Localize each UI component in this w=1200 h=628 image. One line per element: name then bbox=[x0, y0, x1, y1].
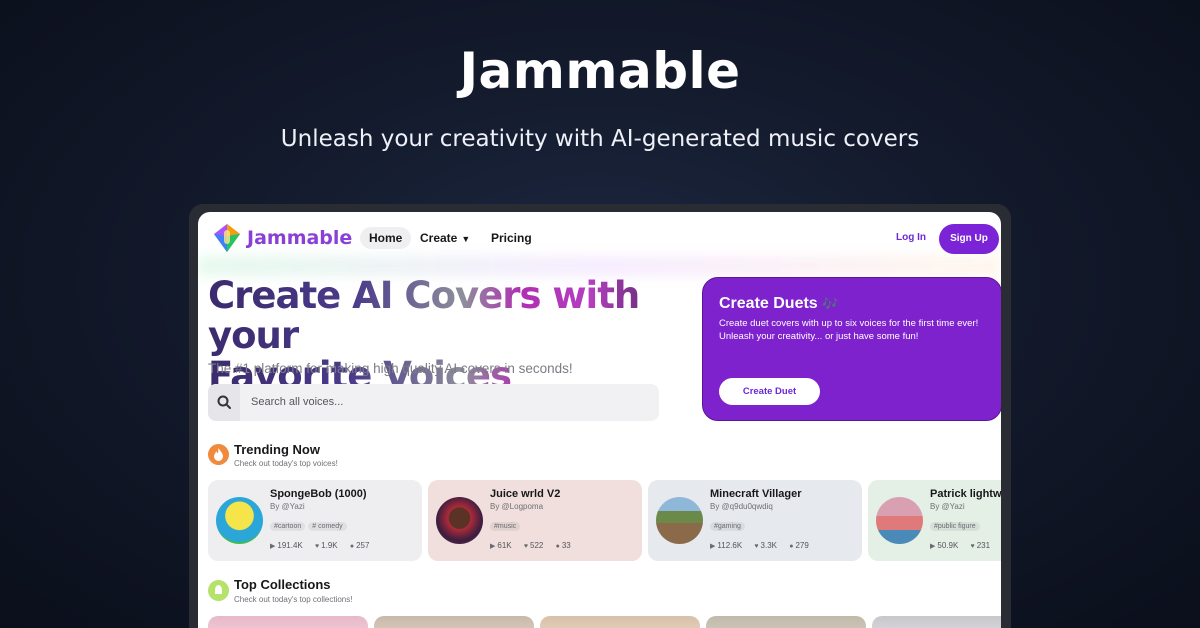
voice-stats: ▶ 61K ♥ 522 ● 33 bbox=[490, 541, 581, 550]
comment-icon: ● bbox=[349, 543, 355, 550]
heart-icon: ♥ bbox=[523, 543, 529, 550]
duet-title: Create Duets 🎶 bbox=[719, 295, 838, 313]
like-count: 522 bbox=[530, 541, 544, 550]
voice-card[interactable]: Minecraft Villager By @q9du0qwdiq #gamin… bbox=[648, 480, 862, 561]
trending-subtitle: Check out today's top voices! bbox=[234, 459, 338, 468]
jammable-logo-icon[interactable] bbox=[212, 222, 242, 254]
headline-line-1: Create AI Covers with your bbox=[208, 274, 640, 357]
nav-pricing-link[interactable]: Pricing bbox=[491, 231, 532, 245]
play-count: 61K bbox=[497, 541, 512, 550]
top-nav: Jammable Home Create ▼ Pricing Log In Sig… bbox=[198, 212, 1001, 266]
comment-icon: ● bbox=[789, 543, 794, 550]
like-count: 1.9K bbox=[321, 541, 338, 550]
voice-author[interactable]: By @Yazi bbox=[930, 502, 965, 511]
nav-create-menu[interactable]: Create ▼ bbox=[420, 231, 470, 245]
signup-button[interactable]: Sign Up bbox=[939, 224, 999, 254]
voice-name: Juice wrld V2 bbox=[490, 488, 561, 500]
voice-stats: ▶ 112.6K ♥ 3.3K ● 279 bbox=[710, 541, 819, 550]
heart-icon: ♥ bbox=[314, 543, 320, 550]
comment-count: 279 bbox=[795, 541, 809, 550]
play-count: 191.4K bbox=[277, 541, 303, 550]
voice-avatar bbox=[656, 497, 703, 544]
hero-headline: Create AI Covers with your Favorite Voic… bbox=[208, 276, 698, 396]
app-screenshot: Jammable Home Create ▼ Pricing Log In Sig… bbox=[198, 212, 1001, 628]
voice-tags: #public figure bbox=[930, 515, 983, 533]
duet-promo-card: Create Duets 🎶 Create duet covers with u… bbox=[702, 277, 1001, 421]
login-button[interactable]: Log In bbox=[896, 232, 926, 243]
collection-card[interactable] bbox=[540, 616, 700, 628]
trending-fire-icon bbox=[208, 444, 229, 465]
heart-icon: ♥ bbox=[970, 543, 975, 550]
voice-name: Minecraft Villager bbox=[710, 488, 802, 500]
voice-tags: #cartoon # comedy bbox=[270, 515, 350, 533]
voice-avatar bbox=[876, 497, 923, 544]
play-icon: ▶ bbox=[710, 543, 716, 550]
voice-card[interactable]: SpongeBob (1000) By @Yazi #cartoon # come… bbox=[208, 480, 422, 561]
promo-title: Jammable bbox=[459, 42, 741, 100]
create-duet-button[interactable]: Create Duet bbox=[719, 378, 820, 405]
hero-subheadline: The #1 platform for making high quality … bbox=[208, 361, 573, 376]
voice-stats: ▶50.9K ♥231 ● bbox=[930, 541, 1001, 550]
duet-title-text: Create Duets bbox=[719, 295, 818, 312]
voice-tag[interactable]: #gaming bbox=[710, 522, 745, 531]
search-button[interactable] bbox=[208, 384, 240, 421]
voice-author[interactable]: By @Yazi bbox=[270, 502, 305, 511]
collection-card[interactable] bbox=[872, 616, 1001, 628]
voice-author[interactable]: By @Logpoma bbox=[490, 502, 543, 511]
voice-avatar bbox=[216, 497, 263, 544]
voice-card[interactable]: Patrick lightw By @Yazi #public figure ▶… bbox=[868, 480, 1001, 561]
voice-tag[interactable]: #public figure bbox=[930, 522, 980, 531]
play-icon: ▶ bbox=[270, 543, 276, 550]
voice-author[interactable]: By @q9du0qwdiq bbox=[710, 502, 773, 511]
logo-text[interactable]: Jammable bbox=[247, 227, 352, 249]
comment-count: 257 bbox=[356, 541, 370, 550]
search-input[interactable]: Search all voices... bbox=[251, 396, 343, 408]
duet-description: Create duet covers with up to six voices… bbox=[719, 318, 979, 342]
collection-card[interactable] bbox=[208, 616, 368, 628]
collections-icon bbox=[208, 580, 229, 601]
collections-subtitle: Check out today's top collections! bbox=[234, 595, 353, 604]
nav-create-label: Create bbox=[420, 231, 458, 245]
play-icon: ▶ bbox=[930, 543, 936, 550]
voice-name: SpongeBob (1000) bbox=[270, 488, 367, 500]
voice-card[interactable]: Juice wrld V2 By @Logpoma #music ▶ 61K ♥ 5… bbox=[428, 480, 642, 561]
heart-icon: ♥ bbox=[754, 543, 759, 550]
music-notes-icon: 🎶 bbox=[822, 296, 839, 311]
collections-title: Top Collections bbox=[234, 577, 331, 592]
voice-tags: #music bbox=[490, 515, 523, 533]
chevron-down-icon: ▼ bbox=[461, 234, 471, 244]
promo-subtitle: Unleash your creativity with AI-generate… bbox=[280, 126, 920, 152]
play-count: 112.6K bbox=[717, 541, 743, 550]
search-icon bbox=[217, 395, 231, 409]
play-icon: ▶ bbox=[490, 543, 496, 550]
nav-home-link[interactable]: Home bbox=[360, 227, 412, 249]
collection-card[interactable] bbox=[706, 616, 866, 628]
trending-title: Trending Now bbox=[234, 442, 320, 457]
voice-tags: #gaming bbox=[710, 515, 748, 533]
collection-card[interactable] bbox=[374, 616, 534, 628]
voice-stats: ▶ 191.4K ♥ 1.9K ● 257 bbox=[270, 541, 379, 550]
like-count: 231 bbox=[976, 541, 991, 550]
voice-tag[interactable]: #music bbox=[490, 522, 521, 531]
voice-name: Patrick lightw bbox=[930, 488, 1001, 500]
voice-tag[interactable]: #cartoon bbox=[270, 522, 306, 531]
play-count: 50.9K bbox=[937, 541, 959, 550]
voice-avatar bbox=[436, 497, 483, 544]
like-count: 3.3K bbox=[760, 541, 778, 550]
comment-count: 33 bbox=[561, 541, 571, 550]
voice-search-bar[interactable]: Search all voices... bbox=[208, 384, 659, 421]
comment-icon: ● bbox=[555, 543, 560, 550]
voice-tag[interactable]: # comedy bbox=[308, 522, 347, 531]
